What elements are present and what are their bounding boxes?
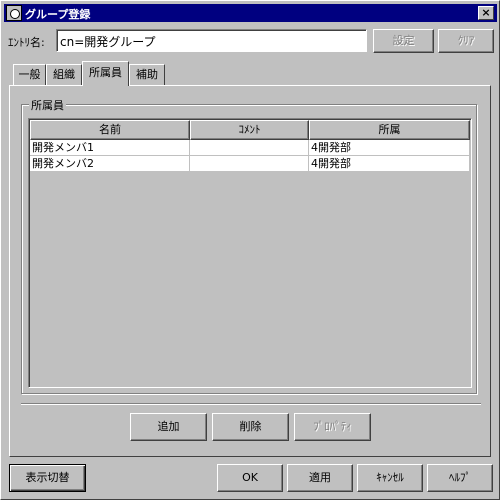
table-row-2-department[interactable]: 4開発部: [309, 156, 470, 172]
ok-button[interactable]: OK: [217, 464, 283, 492]
members-group-label: 所属員: [29, 97, 66, 113]
table-row-2-name[interactable]: 開発メンバ2: [30, 156, 190, 172]
divider: [21, 403, 481, 405]
delete-button[interactable]: 削除: [212, 413, 289, 441]
app-icon: [6, 5, 22, 21]
help-button[interactable]: ﾍﾙﾌﾟ: [427, 464, 493, 492]
column-header-name[interactable]: 名前: [30, 120, 190, 140]
tab-organization[interactable]: 組織: [46, 64, 82, 85]
cancel-button[interactable]: ｷｬﾝｾﾙ: [357, 464, 423, 492]
clear-button[interactable]: ｸﾘｱ: [438, 29, 494, 53]
table-row-1-department[interactable]: 4開発部: [309, 140, 470, 156]
toggle-view-button[interactable]: 表示切替: [9, 464, 86, 492]
entry-name-input[interactable]: cn=開発グループ: [56, 29, 367, 52]
dialog-window: グループ登録 × ｴﾝﾄﾘ名: cn=開発グループ 設定 ｸﾘｱ 一般 組織 所…: [0, 0, 500, 500]
table-row-1-comment[interactable]: [190, 140, 309, 156]
column-header-department[interactable]: 所属: [309, 120, 470, 140]
table-row-1-name[interactable]: 開発メンバ1: [30, 140, 190, 156]
apply-button[interactable]: 適用: [287, 464, 353, 492]
window-title: グループ登録: [25, 8, 91, 21]
table-row-2-comment[interactable]: [190, 156, 309, 172]
entry-name-label: ｴﾝﾄﾘ名:: [8, 36, 45, 49]
close-icon[interactable]: ×: [478, 6, 494, 20]
tab-members[interactable]: 所属員: [82, 61, 129, 86]
property-button[interactable]: ﾌﾟﾛﾊﾟﾃｨ: [294, 413, 371, 441]
column-header-comment[interactable]: ｺﾒﾝﾄ: [190, 120, 309, 140]
title-bar[interactable]: グループ登録 ×: [4, 4, 497, 22]
tab-auxiliary[interactable]: 補助: [129, 64, 165, 85]
set-button[interactable]: 設定: [373, 29, 434, 53]
add-button[interactable]: 追加: [130, 413, 207, 441]
tab-general[interactable]: 一般: [13, 64, 46, 85]
